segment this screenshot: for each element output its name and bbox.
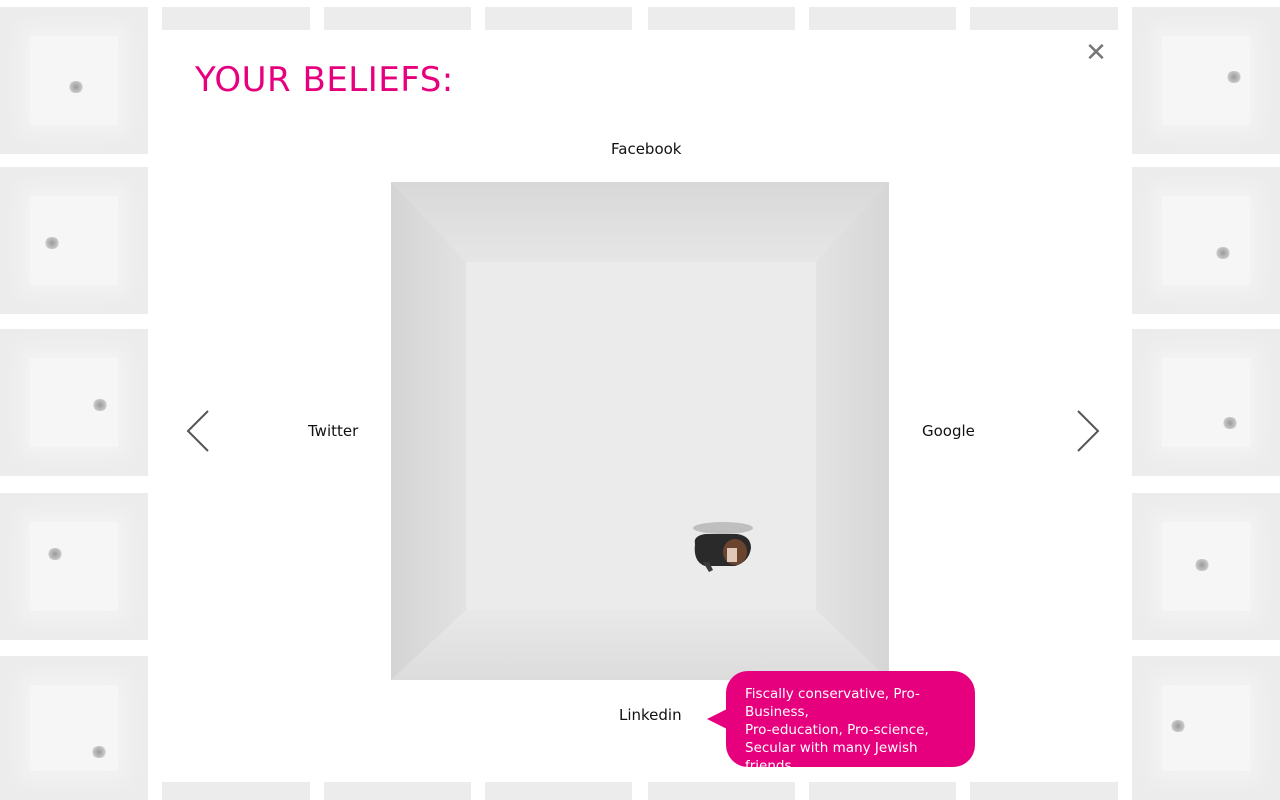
thumbnail (324, 7, 471, 30)
thumbnail (648, 781, 795, 800)
previous-button[interactable] (184, 408, 214, 454)
thumbnail (1132, 656, 1280, 800)
bubble-line: Pro-education, Pro-science, (745, 722, 929, 738)
thumbnail (324, 781, 471, 800)
thumbnail (648, 7, 795, 30)
room-walls (391, 182, 889, 680)
thumbnail (162, 781, 310, 800)
speech-bubble: Fiscally conservative, Pro-Business, Pro… (726, 671, 975, 774)
thumbnail (0, 329, 148, 476)
chevron-right-icon (1077, 410, 1100, 452)
room-image (391, 182, 889, 680)
thumbnail (809, 781, 956, 800)
page-title: YOUR BELIEFS: (195, 60, 454, 100)
next-button[interactable] (1072, 408, 1102, 454)
label-twitter[interactable]: Twitter (308, 422, 358, 440)
person-figure (693, 522, 753, 572)
label-google[interactable]: Google (922, 422, 975, 440)
thumbnail (809, 7, 956, 30)
label-linkedin[interactable]: Linkedin (619, 706, 682, 724)
thumbnail (485, 781, 632, 800)
label-facebook[interactable]: Facebook (611, 140, 681, 158)
thumbnail (970, 781, 1118, 800)
chevron-left-icon (186, 410, 209, 452)
bubble-line: Secular with many Jewish friends (745, 740, 918, 774)
thumbnail (1132, 7, 1280, 154)
bubble-line: Fiscally conservative, Pro-Business, (745, 686, 920, 720)
speech-bubble-tail (707, 709, 727, 729)
close-icon: ✕ (1085, 38, 1107, 68)
thumbnail (162, 7, 310, 30)
thumbnail (0, 7, 148, 154)
thumbnail (1132, 329, 1280, 476)
thumbnail (0, 656, 148, 800)
thumbnail (0, 167, 148, 314)
close-button[interactable]: ✕ (1084, 40, 1108, 66)
thumbnail (1132, 493, 1280, 640)
thumbnail (0, 493, 148, 640)
thumbnail (485, 7, 632, 30)
thumbnail (970, 7, 1118, 30)
thumbnail (1132, 167, 1280, 314)
